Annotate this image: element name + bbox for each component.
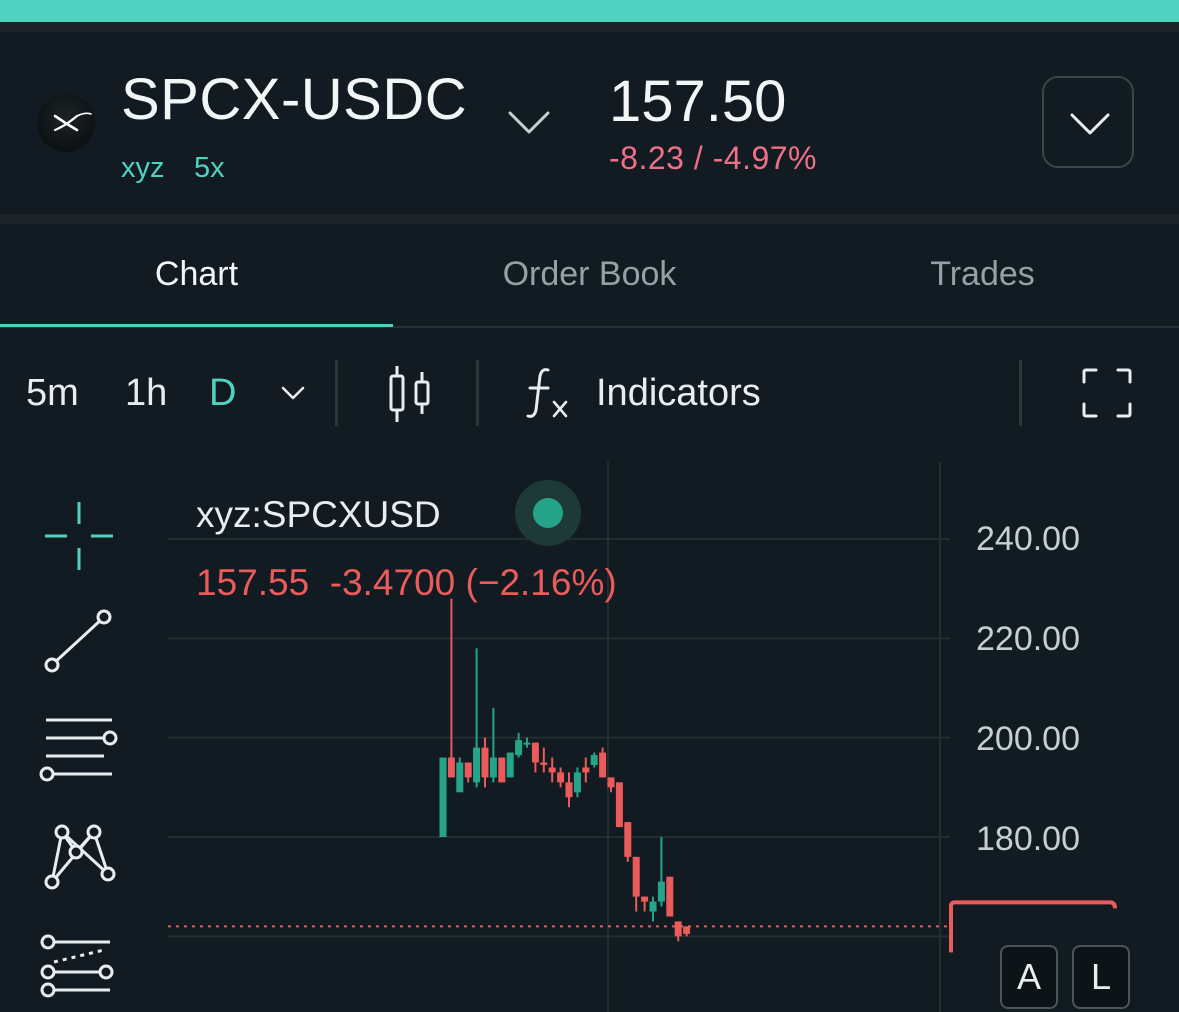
candle-body — [481, 747, 489, 778]
y-axis-tick: 200.00 — [976, 720, 1080, 758]
y-axis-tick: 240.00 — [976, 520, 1080, 558]
candle-body — [515, 740, 523, 756]
tab-order-book[interactable]: Order Book — [393, 224, 786, 324]
candle-body — [573, 772, 581, 793]
candle-body — [531, 742, 539, 763]
legend-change: -3.4700 — [329, 562, 456, 603]
toolbar-separator — [1019, 360, 1022, 426]
candle-body — [615, 782, 623, 828]
candle-body — [565, 782, 573, 798]
y-axis-tick: 180.00 — [976, 820, 1080, 858]
tab-chart[interactable]: Chart — [0, 224, 393, 324]
active-tab-indicator — [0, 324, 393, 327]
candle-body — [624, 822, 632, 857]
expand-market-button[interactable] — [1042, 76, 1134, 168]
market-status-indicator — [515, 480, 581, 546]
top-bar-divider — [0, 22, 1179, 32]
chart-toolbar: 5m 1h D Indicators — [0, 328, 1179, 458]
candle-body — [540, 762, 548, 765]
auto-scale-button[interactable]: A — [1000, 945, 1058, 1009]
leverage-tag: 5x — [194, 152, 225, 184]
candle-body — [548, 767, 556, 773]
chevron-down-icon — [1070, 113, 1110, 135]
last-price: 157.50 — [609, 69, 787, 134]
candle-body — [506, 752, 514, 778]
candle-body — [447, 757, 455, 778]
indicators-button[interactable]: Indicators — [596, 372, 761, 415]
candle-body — [666, 876, 674, 917]
chevron-down-icon[interactable] — [508, 110, 550, 136]
function-icon[interactable] — [526, 364, 572, 422]
candle-body — [464, 762, 472, 778]
candle-body — [683, 926, 691, 934]
candlestick-icon[interactable] — [386, 364, 434, 424]
toolbar-separator — [476, 360, 479, 426]
candle-body — [657, 881, 665, 902]
candle-body — [498, 757, 506, 783]
candle-body — [632, 856, 640, 897]
chart-legend-values: 157.55 -3.4700 (−2.16%) — [196, 562, 617, 604]
dex-tag: xyz — [121, 152, 165, 184]
header-divider — [0, 214, 1179, 224]
candle-body — [649, 901, 657, 912]
market-pair-selector[interactable]: SPCX-USDC — [121, 66, 467, 133]
candle-body — [599, 752, 607, 778]
legend-change-pct: (−2.16%) — [465, 562, 617, 603]
market-tabs: Chart Order Book Trades — [0, 224, 1179, 328]
candle-body — [489, 757, 497, 778]
chevron-down-icon[interactable] — [281, 385, 305, 401]
timeframe-d[interactable]: D — [209, 372, 236, 415]
candle-body — [473, 747, 481, 783]
candle-body — [590, 755, 598, 765]
log-scale-button[interactable]: L — [1072, 945, 1130, 1009]
x-logo-icon — [37, 94, 95, 152]
candle-body — [582, 767, 590, 773]
y-axis-tick: 220.00 — [976, 620, 1080, 658]
price-change: -8.23 / -4.97% — [609, 140, 817, 176]
status-dot — [533, 498, 563, 528]
candle-body — [523, 742, 531, 745]
timeframe-1h[interactable]: 1h — [125, 372, 167, 415]
candle-body — [456, 762, 464, 793]
toolbar-separator — [335, 360, 338, 426]
legend-last: 157.55 — [196, 562, 310, 603]
timeframe-5m[interactable]: 5m — [26, 372, 79, 415]
candle-body — [674, 921, 682, 937]
chart-symbol: xyz:SPCXUSD — [196, 494, 441, 535]
candle-body — [557, 772, 565, 783]
tab-trades[interactable]: Trades — [786, 224, 1179, 324]
candle-body — [607, 777, 615, 788]
fullscreen-icon[interactable] — [1082, 368, 1132, 418]
top-accent-bar — [0, 0, 1179, 22]
candle-body — [439, 757, 447, 837]
candle-body — [641, 896, 649, 902]
